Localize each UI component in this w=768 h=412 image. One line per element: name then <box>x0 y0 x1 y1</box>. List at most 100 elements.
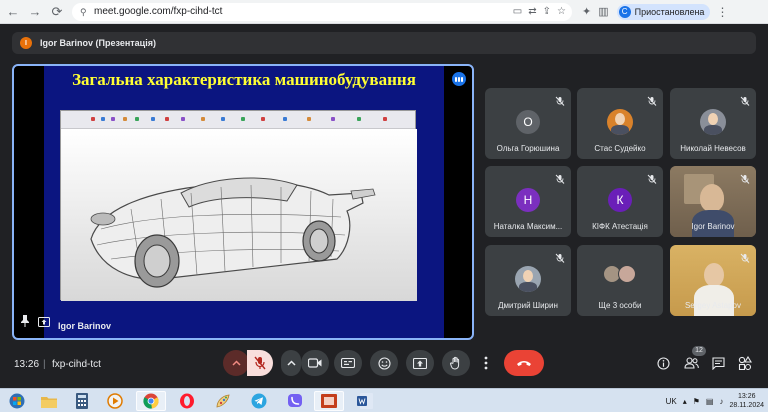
participant-tile[interactable]: Sergey Astapov <box>670 245 756 316</box>
taskbar-explorer[interactable] <box>34 391 64 411</box>
participant-avatar: К <box>608 188 632 212</box>
more-options-button[interactable] <box>476 350 496 376</box>
bookmark-star-icon[interactable]: ☆ <box>557 6 566 17</box>
presentation-presenter-name: Igor Barinov <box>58 321 112 331</box>
system-date: 28.11.2024 <box>729 402 764 409</box>
closed-captions-icon <box>341 358 355 368</box>
network-icon[interactable]: ▤ <box>706 397 714 406</box>
system-tray: UK ▴ ⚑ ▤ ♪ 13:26 28.11.2024 <box>666 391 764 411</box>
speaking-indicator-icon <box>452 72 466 86</box>
chevron-up-icon <box>286 360 296 366</box>
mic-off-icon <box>740 250 750 263</box>
slideshow-icon <box>321 394 337 408</box>
presenter-banner-label: Igor Barinov (Презентація) <box>40 38 156 48</box>
chrome-icon <box>143 393 159 409</box>
mic-options-button[interactable] <box>223 350 249 376</box>
mic-off-icon <box>647 93 657 106</box>
participant-tile[interactable]: К КІФК Атестація <box>577 166 663 237</box>
time-separator: | <box>43 359 46 370</box>
participant-tile[interactable]: Н Наталка Максим... <box>485 166 571 237</box>
camera-options-button[interactable] <box>281 350 301 376</box>
participant-name: Ольга Горюшина <box>496 144 560 153</box>
tray-chevron-icon[interactable]: ▴ <box>683 397 687 406</box>
participant-name: Стас Судейко <box>594 144 646 153</box>
taskbar-chrome[interactable] <box>136 391 166 411</box>
profile-status-label: Приостановлена <box>634 6 705 17</box>
people-button[interactable] <box>683 355 699 371</box>
taskbar-viber[interactable] <box>280 391 310 411</box>
participant-name: Ще 3 особи <box>598 301 642 310</box>
folder-icon <box>41 396 57 408</box>
mic-off-icon <box>740 171 750 184</box>
taskbar-presentation-app[interactable] <box>314 391 344 411</box>
media-player-icon <box>107 393 123 409</box>
participant-tile[interactable]: Igor Barinov <box>670 166 756 237</box>
presenter-banner: I Igor Barinov (Презентація) <box>12 32 756 54</box>
taskbar-paint[interactable] <box>208 391 238 411</box>
system-time: 13:26 <box>737 393 756 400</box>
participant-name: Наталка Максим... <box>493 222 563 231</box>
activities-button[interactable] <box>737 355 753 371</box>
address-bar[interactable]: ⚲ meet.google.com/fxp-cihd-tct ▭ ⇄ ⇪ ☆ <box>72 2 572 21</box>
participant-avatar <box>700 109 726 135</box>
hang-up-icon <box>517 361 531 366</box>
raise-hand-button[interactable] <box>442 350 470 376</box>
presentation-tile[interactable]: Загальна характеристика машинобудування <box>12 64 474 340</box>
volume-icon[interactable]: ♪ <box>719 397 723 406</box>
chat-button[interactable] <box>710 355 726 371</box>
windows-taskbar: UK ▴ ⚑ ▤ ♪ 13:26 28.11.2024 <box>0 388 768 412</box>
address-url: meet.google.com/fxp-cihd-tct <box>94 6 223 17</box>
participant-avatar: О <box>516 110 540 134</box>
side-panel-icon[interactable]: ▥ <box>598 5 608 18</box>
participant-tile[interactable]: Николай Невесов <box>670 88 756 159</box>
taskbar-telegram[interactable] <box>244 391 274 411</box>
viber-icon <box>288 394 302 407</box>
meeting-code: fxp-cihd-tct <box>52 359 101 370</box>
profile-avatar: C <box>618 5 631 18</box>
taskbar-media-player[interactable] <box>100 391 130 411</box>
participant-tile[interactable]: Стас Судейко <box>577 88 663 159</box>
forward-icon[interactable]: → <box>26 3 44 21</box>
participant-tile[interactable]: О Ольга Горюшина <box>485 88 571 159</box>
info-icon <box>656 356 670 370</box>
paint-icon <box>216 394 230 408</box>
participant-name: Igor Barinov <box>691 222 735 231</box>
leave-call-button[interactable] <box>504 350 544 376</box>
system-clock[interactable]: 13:26 28.11.2024 <box>729 392 764 410</box>
taskbar-word[interactable] <box>350 391 380 411</box>
present-now-button[interactable] <box>406 350 434 376</box>
car-wireframe-image <box>61 129 417 301</box>
camera-toggle-button[interactable] <box>301 350 329 376</box>
participant-avatar <box>607 109 633 135</box>
translate-icon[interactable]: ⇄ <box>528 6 536 17</box>
video-camera-icon <box>308 358 322 368</box>
opera-icon <box>180 393 194 409</box>
participant-tile[interactable]: Ще 3 особи <box>577 245 663 316</box>
meeting-details-button[interactable] <box>655 355 671 371</box>
start-button[interactable] <box>2 391 32 411</box>
taskbar-calculator[interactable] <box>67 391 97 411</box>
participant-name: Дмитрий Ширин <box>498 301 558 310</box>
reload-icon[interactable]: ⟳ <box>48 3 66 21</box>
present-screen-icon <box>413 357 427 369</box>
site-info-icon[interactable]: ⚲ <box>80 7 89 17</box>
captions-button[interactable] <box>334 350 362 376</box>
extensions-icon[interactable]: ✦ <box>582 5 591 18</box>
reactions-button[interactable] <box>370 350 398 376</box>
browser-menu-icon[interactable]: ⋮ <box>716 5 728 19</box>
microphone-toggle-button[interactable] <box>247 350 273 376</box>
input-language-indicator[interactable]: UK <box>666 397 677 406</box>
cast-icon[interactable]: ▭ <box>513 6 522 17</box>
people-icon <box>683 357 699 369</box>
chat-icon <box>711 356 725 370</box>
participant-name: Николай Невесов <box>680 144 746 153</box>
profile-button[interactable]: C Приостановлена <box>616 3 711 20</box>
share-icon[interactable]: ⇪ <box>543 6 551 17</box>
chevron-up-icon <box>231 360 241 366</box>
flag-icon[interactable]: ⚑ <box>693 397 700 406</box>
pin-icon[interactable] <box>20 314 30 332</box>
taskbar-opera[interactable] <box>172 391 202 411</box>
participant-tile[interactable]: Дмитрий Ширин <box>485 245 571 316</box>
back-icon[interactable]: ← <box>4 3 22 21</box>
participant-avatar <box>515 266 541 292</box>
